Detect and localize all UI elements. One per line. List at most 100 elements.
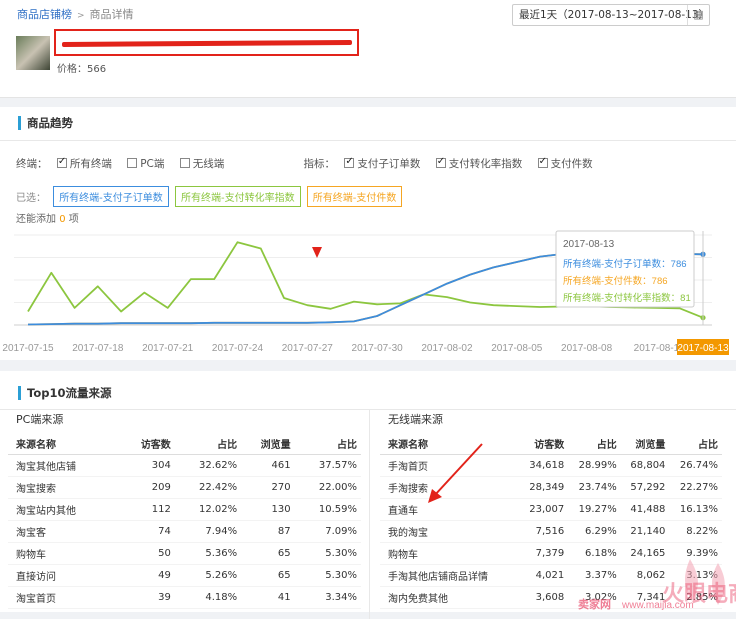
x-tick-label: 2017-07-21 xyxy=(142,343,194,354)
calendar-icon[interactable]: ▦ xyxy=(687,5,709,25)
metric-cell: 112 xyxy=(121,498,175,521)
mobile-col-header: 访客数 xyxy=(519,433,569,455)
x-tick-label: 2017-07-24 xyxy=(212,343,264,354)
source-name-cell: 手淘其他店铺商品详情 xyxy=(380,564,520,587)
product-price: 价格：566 xyxy=(57,64,107,75)
x-tick-label: 2017-08-1 xyxy=(634,343,680,354)
terminal-option-all[interactable]: 所有终端 xyxy=(55,156,112,170)
breadcrumb: 商品店铺榜 > 商品详情 xyxy=(17,6,134,22)
table-row: 淘宝客 74 7.94% 87 7.09% xyxy=(8,520,361,543)
mobile-col-header: 占比 xyxy=(669,433,722,455)
metric-cell: 5.30% xyxy=(294,564,361,587)
source-name-cell: 购物车 xyxy=(8,542,122,565)
checkbox[interactable] xyxy=(537,156,548,168)
metric-cell: 49 xyxy=(121,564,175,587)
option-label: 支付转化率指数 xyxy=(448,158,523,170)
checkbox[interactable] xyxy=(56,156,67,168)
x-tick-label: 2017-07-15 xyxy=(2,343,54,354)
trend-line-chart[interactable]: 2017-07-15 2017-07-18 2017-07-21 2017-07-24… xyxy=(0,227,736,357)
pc-col-header: 占比 xyxy=(294,433,361,455)
option-label: 所有终端 xyxy=(69,158,112,170)
metric-cell: 19.27% xyxy=(568,498,621,521)
metric-option-conversion[interactable]: 支付转化率指数 xyxy=(434,156,523,170)
metric-cell: 461 xyxy=(241,454,295,477)
checkbox[interactable] xyxy=(127,158,138,168)
metric-cell: 22.27% xyxy=(669,476,722,499)
terminal-option-pc[interactable]: PC端 xyxy=(125,158,164,170)
source-name-cell: 淘宝搜索 xyxy=(8,476,122,499)
metric-cell: 87 xyxy=(241,520,295,543)
date-range-picker[interactable]: 最近1天（2017-08-13~2017-08-13） ▦ xyxy=(512,4,710,26)
trend-panel: 商品趋势 终端： 所有终端 PC端 无线端 指标： 支付子订单数 支付转化率指数… xyxy=(0,107,736,360)
metric-option-suborders[interactable]: 支付子订单数 xyxy=(342,156,421,170)
metric-cell: 6.29% xyxy=(568,520,621,543)
annotation-arrow-icon xyxy=(428,443,483,503)
column-divider xyxy=(369,409,370,619)
add-more-prefix: 还能添加 xyxy=(16,214,56,225)
option-label: 无线端 xyxy=(192,158,225,170)
source-name-cell: 淘宝首页 xyxy=(8,586,122,609)
metric-cell: 7.94% xyxy=(174,520,242,543)
metric-cell: 21,140 xyxy=(620,520,670,543)
divider xyxy=(0,409,736,410)
source-name-cell: 淘宝客 xyxy=(8,520,122,543)
selected-chip-suborders[interactable]: 所有终端-支付子订单数 xyxy=(53,186,169,207)
metric-cell: 5.30% xyxy=(294,542,361,565)
add-more-count: 0 xyxy=(59,214,66,225)
checkbox[interactable] xyxy=(179,158,190,168)
source-name-cell: 直接访问 xyxy=(8,564,122,587)
metric-cell: 23.74% xyxy=(568,476,621,499)
metric-cell: 130 xyxy=(241,498,295,521)
checkbox[interactable] xyxy=(344,156,355,168)
tooltip-row: 所有终端-支付转化率指数：81 xyxy=(563,292,691,304)
checkbox[interactable] xyxy=(435,156,446,168)
terminal-option-mobile[interactable]: 无线端 xyxy=(178,158,225,170)
source-name-cell: 我的淘宝 xyxy=(380,520,520,543)
add-more-hint: 还能添加 0 项 xyxy=(16,210,79,225)
table-row: 购物车 50 5.36% 65 5.30% xyxy=(8,542,361,565)
mobile-col-header: 浏览量 xyxy=(620,433,670,455)
mobile-sources-heading: 无线端来源 xyxy=(388,413,443,426)
metric-cell: 65 xyxy=(241,542,295,565)
x-tick-label: 2017-08-08 xyxy=(561,343,613,354)
selected-chip-items[interactable]: 所有终端-支付件数 xyxy=(306,186,403,207)
metric-cell: 32.62% xyxy=(174,454,242,477)
metric-cell: 7,379 xyxy=(519,542,569,565)
product-thumbnail xyxy=(16,36,50,70)
selected-metrics: 已选： 所有终端-支付子订单数 所有终端-支付转化率指数 所有终端-支付件数 xyxy=(16,186,405,207)
metric-cell: 5.36% xyxy=(174,542,242,565)
x-tick-label: 2017-07-27 xyxy=(282,343,334,354)
option-label: 支付件数 xyxy=(550,158,593,170)
x-tick-label: 2017-08-05 xyxy=(491,343,543,354)
watermark-text-2: www.maijia.com xyxy=(621,600,694,611)
metric-cell: 4.18% xyxy=(174,586,242,609)
filter-row: 终端： 所有终端 PC端 无线端 指标： 支付子订单数 支付转化率指数 支付件数 xyxy=(16,156,603,171)
tooltip-row: 所有终端-支付子订单数：786 xyxy=(563,258,687,270)
metric-cell: 34,618 xyxy=(519,454,569,477)
metric-cell: 41 xyxy=(241,586,295,609)
source-name-cell: 淘宝其他店铺 xyxy=(8,454,122,477)
metric-cell: 4,021 xyxy=(519,564,569,587)
breadcrumb-root-link[interactable]: 商品店铺榜 xyxy=(17,8,72,21)
tooltip-date: 2017-08-13 xyxy=(563,239,615,250)
metric-cell: 37.57% xyxy=(294,454,361,477)
metric-cell: 74 xyxy=(121,520,175,543)
option-label: 支付子订单数 xyxy=(357,158,421,170)
x-tick-label: 2017-07-18 xyxy=(72,343,124,354)
table-row: 直接访问 49 5.26% 65 5.30% xyxy=(8,564,361,587)
metric-cell: 39 xyxy=(121,586,175,609)
x-tick-label: 2017-08-02 xyxy=(421,343,473,354)
chevron-right-icon: > xyxy=(77,11,85,21)
metric-cell: 12.02% xyxy=(174,498,242,521)
metric-option-items[interactable]: 支付件数 xyxy=(536,156,593,170)
option-label: PC端 xyxy=(140,158,165,170)
x-tick-label: 2017-08-13 xyxy=(677,343,729,354)
selected-chip-conversion[interactable]: 所有终端-支付转化率指数 xyxy=(174,186,301,207)
sources-section-title: Top10流量来源 xyxy=(18,386,111,400)
pc-col-header: 占比 xyxy=(174,433,242,455)
terminal-filter-label: 终端： xyxy=(16,158,48,170)
product-header: 商品店铺榜 > 商品详情 最近1天（2017-08-13~2017-08-13） ▦… xyxy=(0,0,736,98)
source-name-cell: 淘宝站内其他 xyxy=(8,498,122,521)
metric-cell: 65 xyxy=(241,564,295,587)
metric-cell: 7.09% xyxy=(294,520,361,543)
